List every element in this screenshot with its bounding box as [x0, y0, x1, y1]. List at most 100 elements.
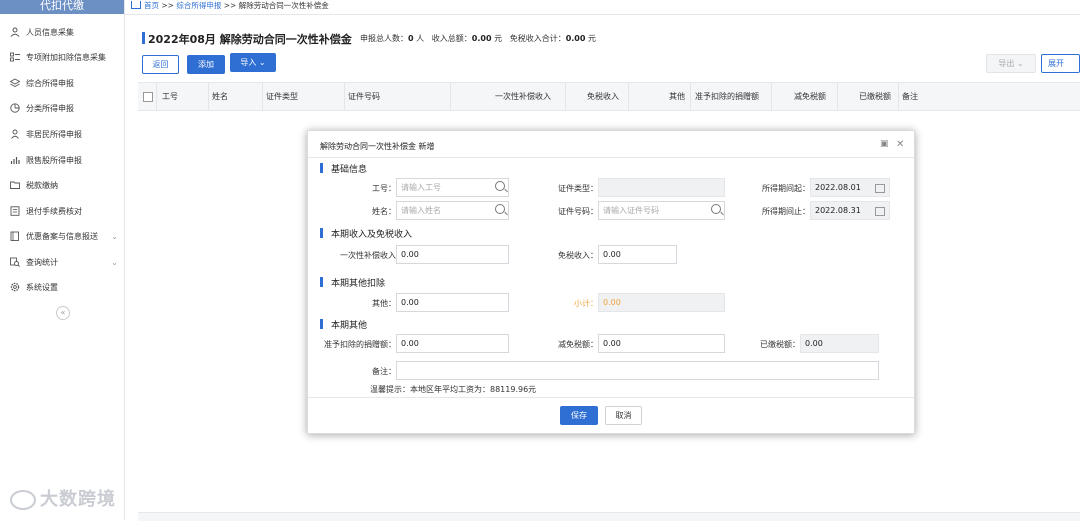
- chevron-down-icon: ⌄: [258, 58, 266, 67]
- person-outline-icon: [9, 129, 20, 140]
- relief-field[interactable]: 0.00: [598, 334, 725, 353]
- col-name[interactable]: 姓名: [212, 83, 228, 110]
- sidebar-item-personnel[interactable]: 人员信息采集: [0, 21, 124, 43]
- donation-field[interactable]: 0.00: [396, 334, 509, 353]
- period-start-label: 所得期间起：: [762, 184, 810, 193]
- section-accent-bar: [320, 163, 323, 173]
- watermark: 大数跨境: [10, 485, 116, 511]
- section-accent-bar: [320, 319, 323, 329]
- title-accent-bar: [142, 32, 145, 44]
- pie-chart-icon: [9, 103, 20, 114]
- remark-label: 备注：: [372, 367, 396, 376]
- col-remark[interactable]: 备注: [902, 83, 918, 110]
- taxfree-field[interactable]: 0.00: [598, 245, 677, 264]
- id-type-select[interactable]: [598, 178, 725, 197]
- sidebar-item-settings[interactable]: 系统设置: [0, 276, 124, 298]
- section-income: 本期收入及免税收入: [331, 230, 413, 240]
- summary-stats: 申报总人数：0 人 收入总额：0.00 元 免税收入合计：0.00 元: [360, 34, 596, 43]
- sidebar-item-nonresident[interactable]: 非居民所得申报: [0, 123, 124, 145]
- add-dialog: 解除劳动合同一次性补偿金 新增 ▣ ✕ 基础信息 工号： 请输入工号 证件类型：…: [307, 130, 915, 434]
- chevron-down-icon: ⌄: [111, 257, 118, 267]
- search-icon[interactable]: [495, 204, 505, 214]
- col-donation[interactable]: 准予扣除的捐赠额: [695, 83, 759, 110]
- col-relief[interactable]: 减免税额: [794, 83, 826, 110]
- section-accent-bar: [320, 228, 323, 238]
- lump-sum-field[interactable]: 0.00: [396, 245, 509, 264]
- col-taxfree[interactable]: 免税收入: [587, 83, 619, 110]
- col-lump-sum[interactable]: 一次性补偿收入: [495, 83, 551, 110]
- emp-no-field[interactable]: 请输入工号: [396, 178, 509, 197]
- layers-icon: [9, 78, 20, 89]
- divider: [308, 397, 914, 398]
- sidebar-item-refund-fee[interactable]: 退付手续费核对: [0, 200, 124, 222]
- period-end-field[interactable]: 2022.08.31: [810, 201, 890, 220]
- sidebar-item-restricted-shares[interactable]: 限售股所得申报: [0, 149, 124, 171]
- breadcrumb-comprehensive[interactable]: 综合所得申报: [176, 1, 221, 10]
- relief-label: 减免税额：: [558, 340, 598, 349]
- sidebar-item-comprehensive[interactable]: 综合所得申报: [0, 72, 124, 94]
- breadcrumb: 首页 >> 综合所得申报 >> 解除劳动合同一次性补偿金: [131, 0, 329, 13]
- import-button[interactable]: 导入 ⌄: [230, 53, 276, 72]
- period-end-label: 所得期间止：: [762, 207, 810, 216]
- calendar-icon: [875, 207, 885, 216]
- id-type-label: 证件类型：: [558, 184, 598, 193]
- id-no-label: 证件号码：: [558, 207, 598, 216]
- close-icon[interactable]: ✕: [896, 139, 904, 150]
- subtotal-label: 小计：: [574, 299, 598, 308]
- subtotal-field: 0.00: [598, 293, 725, 312]
- col-id-no[interactable]: 证件号码: [348, 83, 380, 110]
- section-deduction: 本期其他扣除: [331, 279, 386, 289]
- sidebar-item-query[interactable]: 查询统计 ⌄: [0, 251, 124, 273]
- breadcrumb-current: 解除劳动合同一次性补偿金: [238, 1, 329, 10]
- lump-sum-label: 一次性补偿收入: [340, 251, 396, 260]
- back-button[interactable]: 返回: [142, 55, 179, 74]
- gear-icon: [9, 282, 20, 293]
- col-other[interactable]: 其他: [669, 83, 685, 110]
- calendar-icon: [875, 184, 885, 193]
- taxfree-label: 免税收入：: [558, 251, 598, 260]
- col-paid[interactable]: 已缴税额: [859, 83, 891, 110]
- search-icon[interactable]: [495, 181, 505, 191]
- other-deduction-label: 其他：: [372, 299, 396, 308]
- add-button[interactable]: 添加: [187, 55, 225, 74]
- col-id-type[interactable]: 证件类型: [266, 83, 298, 110]
- period-start-field[interactable]: 2022.08.01: [810, 178, 890, 197]
- donation-label: 准予扣除的捐赠额：: [324, 340, 396, 349]
- export-button[interactable]: 导出 ⌄: [986, 54, 1036, 73]
- search-stats-icon: [9, 257, 20, 268]
- sidebar-item-special-deduction[interactable]: 专项附加扣除信息采集: [0, 46, 124, 68]
- section-other: 本期其他: [331, 321, 368, 331]
- section-basic-info: 基础信息: [331, 165, 368, 175]
- watermark-logo-icon: [10, 490, 36, 510]
- name-label: 姓名：: [372, 207, 396, 216]
- tip-text: 温馨提示：本地区年平均工资为：88119.96元: [370, 385, 537, 394]
- sidebar-item-classified[interactable]: 分类所得申报: [0, 97, 124, 119]
- save-button[interactable]: 保存: [560, 406, 598, 425]
- search-icon[interactable]: [711, 204, 721, 214]
- document-icon: [9, 206, 20, 217]
- divider: [308, 157, 914, 158]
- bar-chart-icon: [9, 155, 20, 166]
- sidebar-collapse-button[interactable]: «: [56, 306, 70, 320]
- id-no-field[interactable]: 请输入证件号码: [598, 201, 725, 220]
- select-all-checkbox[interactable]: [143, 92, 153, 102]
- chevron-down-icon: ⌄: [111, 231, 118, 241]
- emp-no-label: 工号：: [372, 184, 396, 193]
- dialog-title: 解除劳动合同一次性补偿金 新增: [320, 142, 435, 151]
- sidebar-item-preferential[interactable]: 优惠备案与信息报送 ⌄: [0, 225, 124, 247]
- maximize-icon[interactable]: ▣: [880, 139, 889, 149]
- list-icon: [9, 52, 20, 63]
- chevron-down-icon: ⌄: [1016, 59, 1024, 68]
- section-accent-bar: [320, 277, 323, 287]
- other-deduction-field[interactable]: 0.00: [396, 293, 509, 312]
- expand-button[interactable]: 展开: [1041, 54, 1080, 73]
- name-field[interactable]: 请输入姓名: [396, 201, 509, 220]
- sidebar-item-tax-payment[interactable]: 税款缴纳: [0, 174, 124, 196]
- breadcrumb-home[interactable]: 首页: [144, 1, 159, 10]
- paid-field[interactable]: 0.00: [800, 334, 879, 353]
- sidebar: 代扣代缴 人员信息采集 专项附加扣除信息采集 综合所得申报 分类所得申报 非居民…: [0, 0, 125, 520]
- col-emp-no[interactable]: 工号: [162, 83, 178, 110]
- home-icon[interactable]: [131, 1, 141, 9]
- cancel-button[interactable]: 取消: [605, 406, 642, 425]
- remark-field[interactable]: [396, 361, 879, 380]
